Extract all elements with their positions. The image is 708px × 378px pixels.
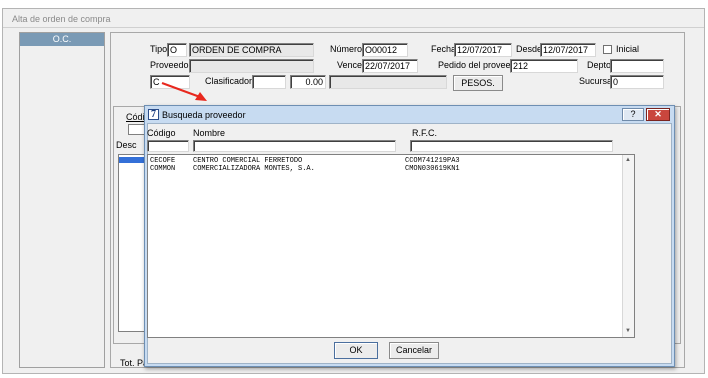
cancel-button[interactable]: Cancelar xyxy=(389,342,439,359)
codigo-partial-label: Códi xyxy=(126,112,145,122)
window-title: Alta de orden de compra xyxy=(12,14,111,24)
amount-extra-field xyxy=(329,75,447,89)
annotation-arrow xyxy=(161,82,207,101)
col-nombre-label: Nombre xyxy=(193,128,226,138)
sucursal-label: Sucursal xyxy=(579,76,615,86)
numero-label: Número xyxy=(330,44,363,54)
proveedor-label: Proveedor: xyxy=(150,60,195,70)
fecha-label: Fecha xyxy=(431,44,457,54)
depto-field[interactable] xyxy=(610,59,664,73)
help-button[interactable]: ? xyxy=(622,108,644,121)
vence-field[interactable]: 22/07/2017 xyxy=(362,59,418,73)
col-codigo-label: Código xyxy=(147,128,176,138)
vence-label: Vence xyxy=(337,60,363,70)
desde-label: Desde xyxy=(516,44,543,54)
title-separator xyxy=(3,27,704,28)
numero-field[interactable]: O00012 xyxy=(362,43,408,57)
list-item[interactable]: COMMON COMERCIALIZADORA MONTES, S.A. CMO… xyxy=(150,165,620,174)
row-codigo: COMMON xyxy=(150,165,176,173)
proveedor-field xyxy=(189,59,314,73)
sidebar-tab-oc[interactable]: O.C. xyxy=(20,33,104,46)
fecha-field[interactable]: 12/07/2017 xyxy=(454,43,512,57)
inicial-checkbox[interactable] xyxy=(603,45,612,54)
tipo-label: Tipo xyxy=(150,44,168,54)
row-rfc: CMON030619KN1 xyxy=(405,165,460,173)
scroll-down-arrow-icon[interactable]: ▼ xyxy=(622,327,634,336)
inicial-label: Inicial xyxy=(616,44,640,54)
pedido-field[interactable]: 212 xyxy=(510,59,578,73)
search-codigo-input[interactable] xyxy=(147,140,189,152)
close-icon: ✕ xyxy=(654,109,662,119)
tipo-field[interactable]: O xyxy=(167,43,187,57)
clasificador-label: Clasificador xyxy=(205,76,253,86)
search-rfc-input[interactable] xyxy=(410,140,613,152)
close-button[interactable]: ✕ xyxy=(646,108,670,121)
search-nombre-input[interactable] xyxy=(193,140,396,152)
depto-label: Depto xyxy=(587,60,612,70)
amount-field[interactable]: 0.00 xyxy=(290,75,326,89)
currency-button[interactable]: PESOS. xyxy=(453,75,503,91)
dialog-title: Busqueda proveedor xyxy=(162,110,246,120)
ok-button[interactable]: OK xyxy=(334,342,378,359)
grid-selected-row xyxy=(119,157,147,163)
results-list[interactable] xyxy=(147,154,635,338)
results-scrollbar[interactable] xyxy=(622,155,634,337)
sidebar xyxy=(19,32,105,368)
desde-field[interactable]: 12/07/2017 xyxy=(540,43,596,57)
dialog-app-icon: 7 xyxy=(148,109,159,120)
col-rfc-label: R.F.C. xyxy=(412,128,438,138)
desc-partial-label: Desc xyxy=(116,140,137,150)
row-nombre: COMERCIALIZADORA MONTES, S.A. xyxy=(193,165,315,173)
scroll-up-arrow-icon[interactable]: ▲ xyxy=(622,156,634,165)
sucursal-field[interactable]: 0 xyxy=(610,75,664,89)
tipo-description-field: ORDEN DE COMPRA xyxy=(189,43,314,57)
clasificador-field[interactable] xyxy=(252,75,286,89)
